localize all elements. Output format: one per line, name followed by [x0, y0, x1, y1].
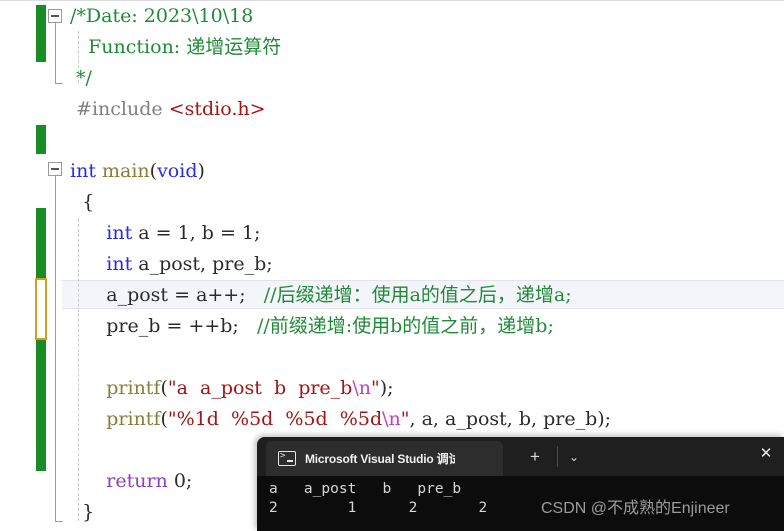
code-line[interactable]: /*Date: 2023\10\18	[0, 1, 784, 31]
inline-comment: //前缀递增:使用b的值之前，递增b;	[256, 315, 554, 337]
punctuation: );	[379, 377, 394, 399]
statement-text: pre_b = ++b;	[106, 315, 257, 337]
code-line-text: Function: 递增运算符	[70, 36, 282, 58]
return-keyword: return	[106, 470, 168, 492]
type-keyword: int	[106, 222, 133, 244]
code-line[interactable]: #include <stdio.h>	[0, 94, 784, 124]
code-line-current[interactable]: a_post = a++; //后缀递增：使用a的值之后，递增a;	[0, 280, 784, 310]
code-line[interactable]: int main(void)	[0, 156, 784, 186]
include-path: <stdio.h>	[168, 98, 266, 120]
string-literal: "	[400, 408, 410, 430]
punctuation: )	[197, 160, 205, 182]
terminal-tab-strip: Microsoft Visual Studio 调试控 ✕ + ⌄	[257, 437, 784, 476]
preprocessor-directive: #include	[70, 98, 169, 120]
code-line-text: */	[70, 67, 92, 89]
code-line[interactable]: */	[0, 63, 784, 93]
function-name: printf	[106, 377, 161, 399]
string-literal: "a a_post b pre_b	[167, 377, 353, 399]
type-keyword: int	[70, 160, 96, 182]
return-value: 0;	[167, 470, 193, 492]
code-line-text: int main(void)	[70, 156, 205, 186]
console-icon	[278, 449, 296, 466]
code-line-text: a_post = a++; //后缀递增：使用a的值之后，递增a;	[70, 280, 572, 310]
csdn-watermark: CSDN @不成熟的Enjineer	[541, 500, 730, 517]
code-line-text: /*Date: 2023\10\18	[70, 5, 254, 27]
argument-list: , a, a_post, b, pre_b);	[409, 408, 612, 430]
code-line-text: int a_post, pre_b;	[70, 249, 273, 279]
code-line[interactable]: printf("a a_post b pre_b\n");	[0, 373, 784, 403]
escape-sequence: \n	[352, 377, 371, 399]
code-line[interactable]: Function: 递增运算符	[0, 32, 784, 62]
function-name: main	[95, 160, 150, 182]
inline-comment: //后缀递增：使用a的值之后，递增a;	[263, 284, 572, 306]
code-line[interactable]: pre_b = ++b; //前缀递增:使用b的值之前，递增b;	[0, 311, 784, 341]
terminal-output-header: a a_post b pre_b	[269, 481, 462, 497]
declaration-text: a_post, pre_b;	[132, 253, 273, 275]
type-keyword: void	[157, 160, 198, 182]
close-icon[interactable]: ✕	[758, 446, 774, 462]
code-line-text: pre_b = ++b; //前缀递增:使用b的值之前，递增b;	[70, 311, 554, 341]
tabstrip-divider	[557, 446, 558, 467]
terminal-tab-title: Microsoft Visual Studio 调试控	[305, 452, 455, 466]
statement-text: a_post = a++;	[106, 284, 264, 306]
terminal-output-values: 2 1 2 2	[269, 500, 488, 516]
escape-sequence: \n	[382, 408, 401, 430]
code-line[interactable]	[0, 125, 784, 155]
punctuation: (	[160, 377, 168, 399]
code-line[interactable]: int a_post, pre_b;	[0, 249, 784, 279]
code-line-text: #include <stdio.h>	[70, 94, 266, 124]
code-line[interactable]: printf("%1d %5d %5d %5d\n", a, a_post, b…	[0, 404, 784, 434]
string-literal: "	[370, 377, 380, 399]
app-root: /*Date: 2023\10\18 Function: 递增运算符 */ #i…	[0, 0, 784, 531]
code-line-text: }	[70, 501, 95, 523]
punctuation: (	[149, 160, 158, 182]
declaration-text: a = 1, b = 1;	[132, 222, 261, 244]
chevron-down-icon[interactable]: ⌄	[563, 447, 585, 467]
type-keyword: int	[106, 253, 133, 275]
code-line-text: {	[70, 191, 95, 213]
new-tab-icon[interactable]: +	[525, 447, 545, 467]
code-line[interactable]: int a = 1, b = 1;	[0, 218, 784, 248]
terminal-tab[interactable]: Microsoft Visual Studio 调试控	[266, 441, 503, 476]
code-line-text: int a = 1, b = 1;	[70, 218, 260, 248]
code-line[interactable]: {	[0, 187, 784, 217]
string-literal: "%1d %5d %5d %5d	[167, 408, 383, 430]
code-line-text: return 0;	[70, 466, 192, 496]
code-line-text: printf("%1d %5d %5d %5d\n", a, a_post, b…	[70, 404, 611, 434]
function-name: printf	[106, 408, 161, 430]
code-line[interactable]	[0, 342, 784, 372]
code-line-text: printf("a a_post b pre_b\n");	[70, 373, 394, 403]
punctuation: (	[160, 408, 168, 430]
